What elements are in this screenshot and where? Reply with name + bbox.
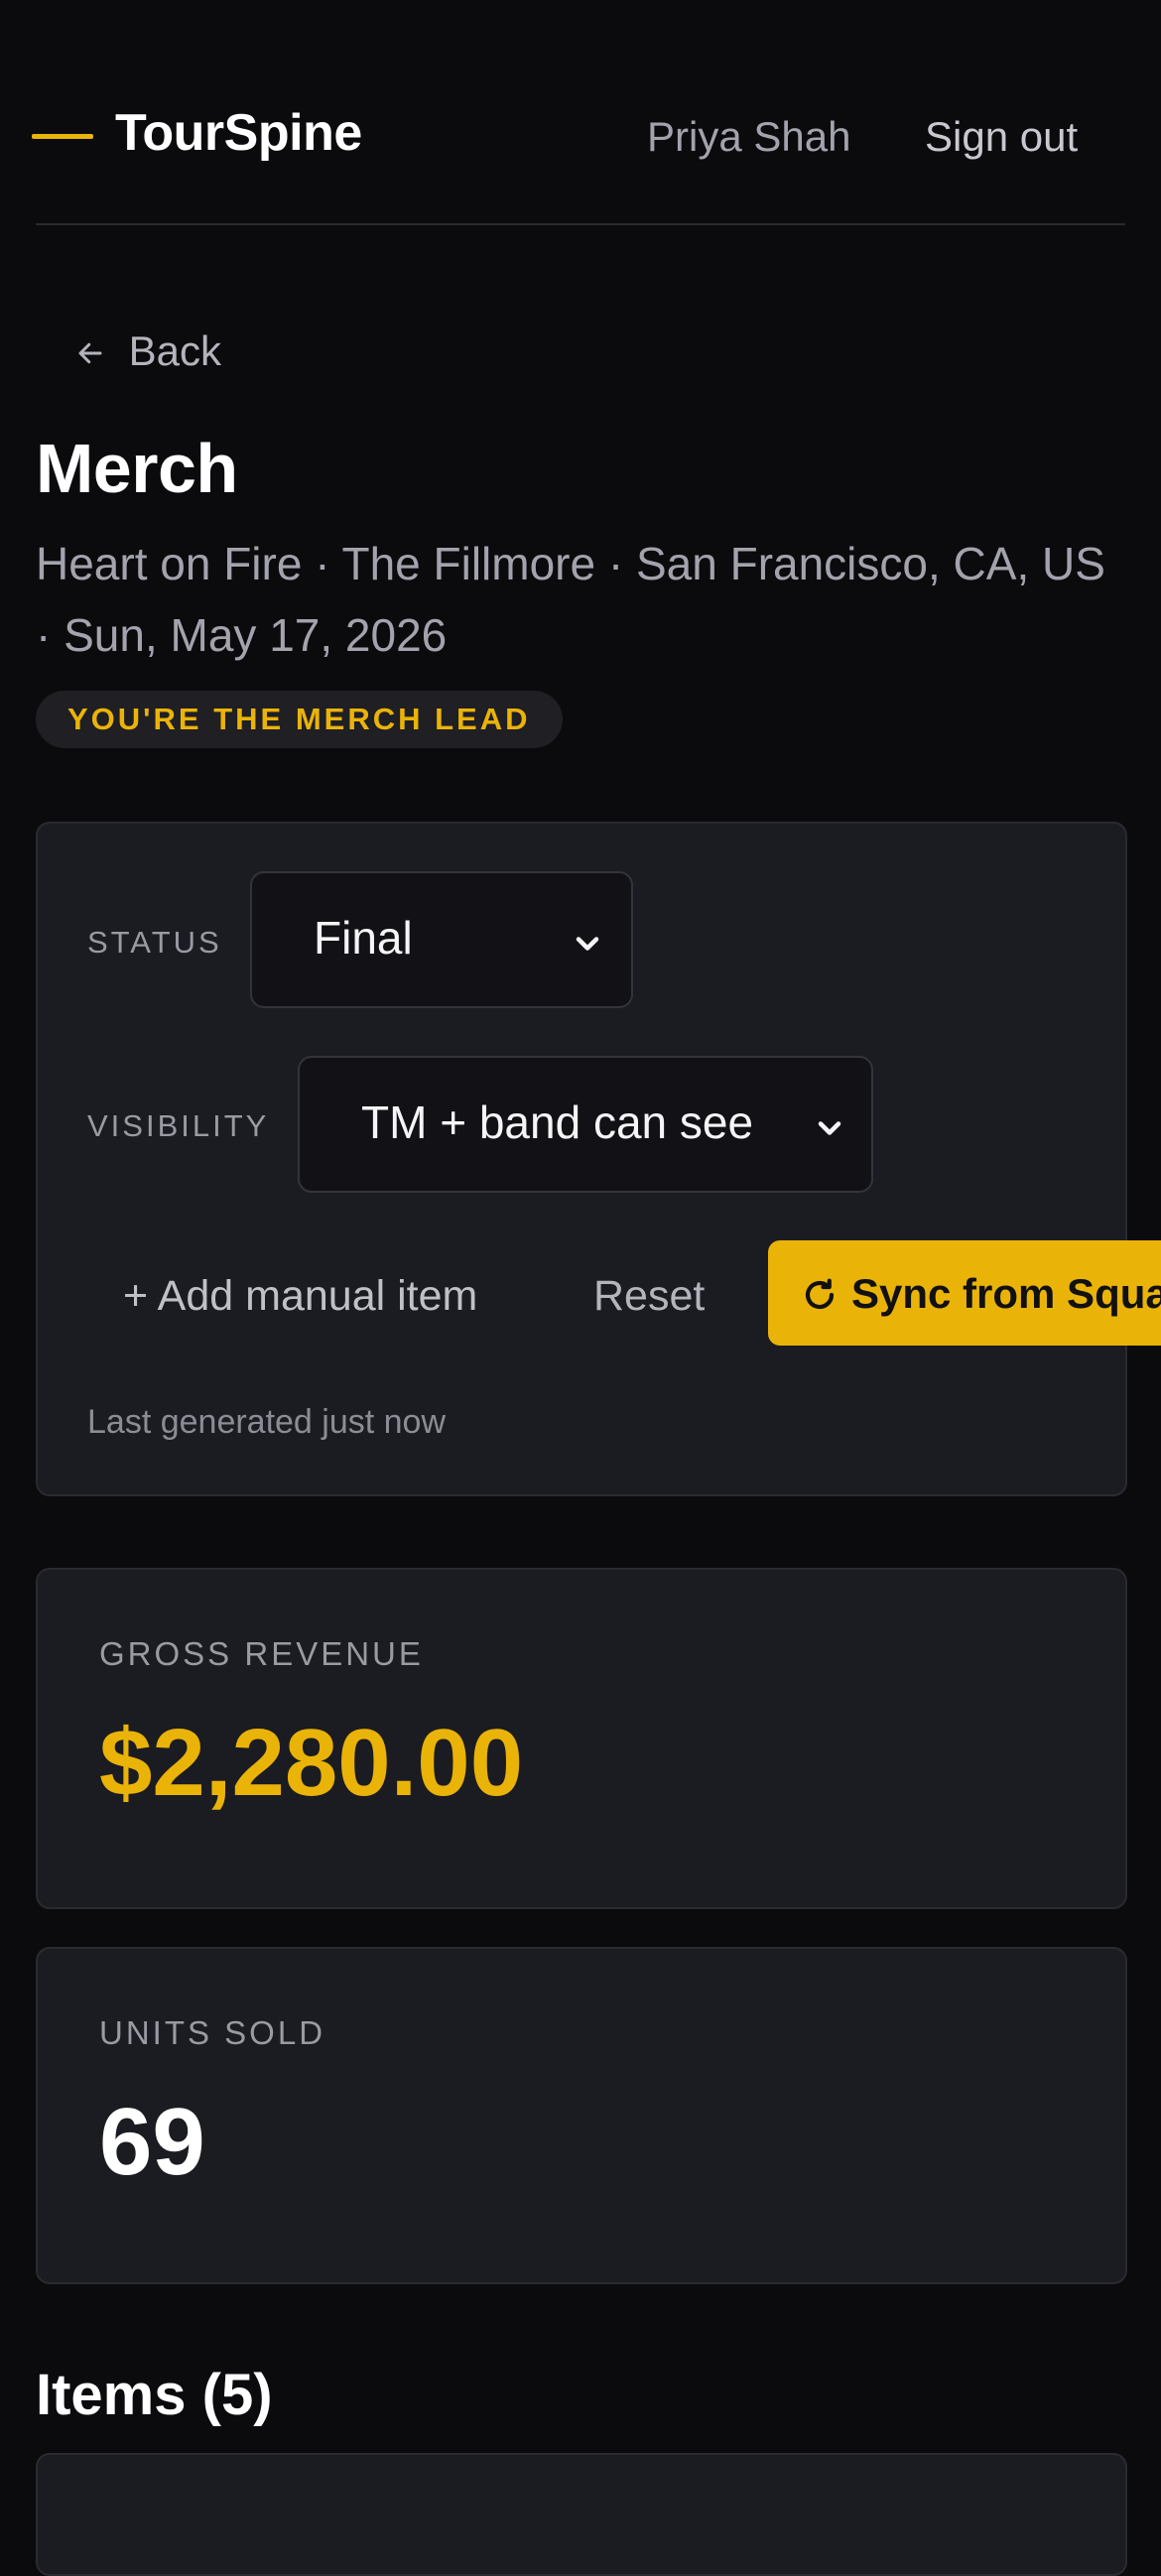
visibility-select[interactable]: TM + band can see	[298, 1056, 873, 1193]
role-badge: YOU'RE THE MERCH LEAD	[36, 691, 563, 748]
items-heading: Items (5)	[36, 2363, 273, 2427]
event-subtitle: Heart on Fire · The Fillmore · San Franc…	[36, 538, 1105, 661]
chevron-down-icon	[570, 919, 605, 955]
units-sold-card: UNITS SOLD 69	[36, 1947, 1127, 2284]
header-divider	[36, 223, 1125, 225]
gross-revenue-value: $2,280.00	[99, 1710, 524, 1816]
status-label: STATUS	[87, 925, 222, 960]
last-generated-text: Last generated just now	[87, 1403, 447, 1441]
app-header: TourSpine Priya Shah Sign out	[0, 0, 1161, 224]
page-title: Merch	[36, 430, 238, 507]
items-list-card	[36, 2453, 1127, 2576]
arrow-left-icon	[75, 327, 117, 374]
back-label: Back	[128, 327, 222, 374]
chevron-down-icon	[812, 1103, 847, 1139]
visibility-select-value: TM + band can see	[361, 1096, 754, 1148]
app-logo[interactable]: TourSpine	[115, 103, 362, 163]
reset-button[interactable]: Reset	[593, 1272, 705, 1321]
sync-from-square-button[interactable]: Sync from Square	[768, 1240, 1161, 1346]
status-select-value: Final	[314, 912, 413, 964]
units-sold-value: 69	[99, 2089, 205, 2195]
visibility-label: VISIBILITY	[87, 1108, 270, 1143]
user-name: Priya Shah	[647, 113, 851, 160]
gross-revenue-label: GROSS REVENUE	[99, 1635, 424, 1672]
gross-revenue-card: GROSS REVENUE $2,280.00	[36, 1568, 1127, 1909]
logo-mark	[32, 134, 93, 139]
refresh-icon	[802, 1275, 838, 1311]
sign-out-button[interactable]: Sign out	[925, 113, 1078, 161]
add-manual-item-button[interactable]: + Add manual item	[123, 1272, 477, 1321]
units-sold-label: UNITS SOLD	[99, 2014, 326, 2051]
back-button[interactable]: Back	[75, 327, 221, 375]
sync-label: Sync from Square	[851, 1270, 1161, 1317]
status-select[interactable]: Final	[250, 871, 633, 1008]
